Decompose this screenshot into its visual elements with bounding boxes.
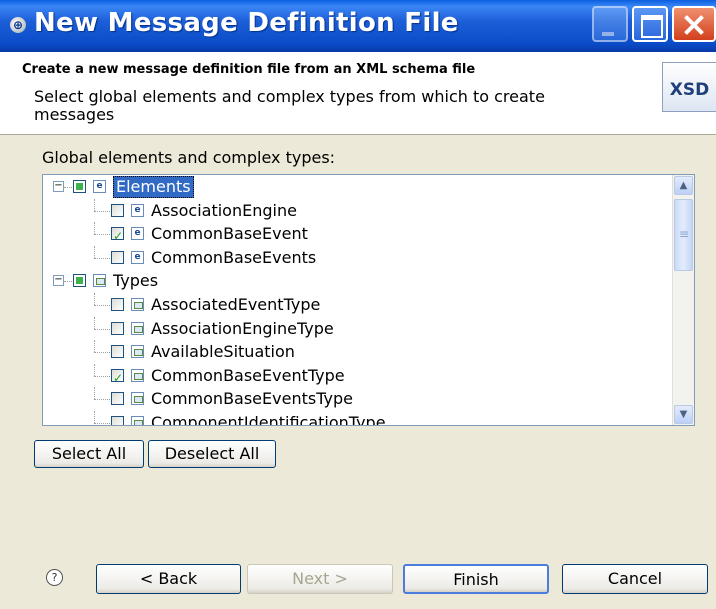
tree-connector xyxy=(94,234,110,236)
tree-connector xyxy=(94,305,110,306)
checkbox[interactable] xyxy=(111,298,124,311)
tree-item-associated-event-type[interactable]: AssociatedEventType xyxy=(43,293,672,317)
type-icon xyxy=(131,392,144,406)
tree-item-types[interactable]: − Types xyxy=(43,269,672,293)
type-icon xyxy=(131,298,144,311)
next-button: Next > xyxy=(247,564,393,594)
tree-item-label: Types xyxy=(113,271,159,291)
collapse-icon[interactable]: − xyxy=(53,275,64,287)
element-icon: e xyxy=(131,227,144,241)
scroll-down-button[interactable]: ▼ xyxy=(674,405,693,424)
checkbox[interactable] xyxy=(111,250,124,264)
checkbox[interactable] xyxy=(111,392,124,406)
tree-item-label: Elements xyxy=(113,176,194,198)
type-icon xyxy=(131,416,144,425)
back-button[interactable]: < Back xyxy=(96,564,241,594)
tree-connector xyxy=(94,352,110,354)
tree-connector xyxy=(94,399,110,401)
tree-connector xyxy=(94,210,110,212)
tree-connector xyxy=(64,281,72,283)
xsd-logo-icon: XSD xyxy=(662,62,716,112)
select-all-button[interactable]: Select All xyxy=(34,440,144,468)
tree-connector xyxy=(94,423,110,424)
tree-item-label: CommonBaseEvent xyxy=(151,224,308,244)
checkbox[interactable] xyxy=(111,366,124,390)
tree-item-association-engine-type[interactable]: AssociationEngineType xyxy=(43,316,672,341)
title-bar[interactable]: ⊕ New Message Definition File xyxy=(0,0,716,52)
globe-icon: ⊕ xyxy=(10,17,26,33)
checkbox[interactable] xyxy=(111,224,124,248)
help-icon[interactable]: ? xyxy=(46,569,63,586)
element-icon: e xyxy=(131,250,144,264)
tree-item-label: ComponentIdentificationType xyxy=(151,413,386,426)
banner-description: Select global elements and complex types… xyxy=(34,87,545,124)
tree-item-common-base-events[interactable]: e CommonBaseEvents xyxy=(43,245,672,270)
tree-connector xyxy=(94,198,95,211)
tree-item-label: CommonBaseEvents xyxy=(151,247,317,267)
checkbox[interactable] xyxy=(111,416,124,425)
tree-connector xyxy=(94,375,110,377)
tree-item-common-base-event-type[interactable]: CommonBaseEventType xyxy=(43,363,672,390)
type-icon xyxy=(131,345,144,359)
tree-connector xyxy=(94,222,95,235)
element-icon: e xyxy=(93,180,106,193)
tree-connector xyxy=(94,257,110,259)
finish-button[interactable]: Finish xyxy=(403,564,549,594)
tree-item-label: AvailableSituation xyxy=(151,342,295,362)
tree-connector xyxy=(94,340,95,353)
wizard-banner: Create a new message definition file fro… xyxy=(0,52,716,135)
wizard-dialog: ⊕ New Message Definition File Create a n… xyxy=(0,0,716,609)
checkbox[interactable] xyxy=(73,180,86,193)
checkbox[interactable] xyxy=(73,274,86,288)
tree-item-common-base-events-type[interactable]: CommonBaseEventsType xyxy=(43,387,672,411)
element-type-tree[interactable]: ComponentIdentificationType CommonBaseEve… xyxy=(42,174,695,426)
banner-heading: Create a new message definition file fro… xyxy=(22,62,476,77)
close-button[interactable] xyxy=(672,6,716,42)
tree-connector xyxy=(64,187,72,188)
tree-connector xyxy=(94,363,95,376)
checkbox[interactable] xyxy=(111,203,124,217)
tree-label: Global elements and complex types: xyxy=(42,148,336,167)
tree-item-common-base-event[interactable]: e CommonBaseEvent xyxy=(43,222,672,248)
tree-item-association-engine[interactable]: e AssociationEngine xyxy=(43,198,672,223)
tree-item-component-identification-type[interactable]: ComponentIdentificationType xyxy=(43,411,672,426)
tree-connector xyxy=(94,316,95,329)
tree-item-label: CommonBaseEventType xyxy=(151,365,345,385)
tree-connector xyxy=(94,387,95,400)
checkbox[interactable] xyxy=(111,321,124,335)
tree-connector xyxy=(94,411,95,423)
collapse-icon[interactable]: − xyxy=(53,181,64,192)
tree-connector xyxy=(94,245,95,258)
minimize-button[interactable] xyxy=(592,6,628,42)
maximize-button[interactable] xyxy=(632,6,668,42)
checkbox[interactable] xyxy=(111,345,124,359)
tree-item-elements[interactable]: − e Elements xyxy=(43,175,672,199)
window-title: New Message Definition File xyxy=(34,8,459,38)
tree-item-label: AssociationEngineType xyxy=(151,318,334,338)
deselect-all-button[interactable]: Deselect All xyxy=(148,440,276,468)
tree-item-label: AssociationEngine xyxy=(151,200,297,220)
scroll-thumb[interactable] xyxy=(674,199,693,271)
scroll-up-button[interactable]: ▲ xyxy=(674,176,693,195)
tree-item-available-situation[interactable]: AvailableSituation xyxy=(43,340,672,364)
element-icon: e xyxy=(131,203,144,217)
cancel-button[interactable]: Cancel xyxy=(562,564,708,594)
type-icon xyxy=(93,274,106,288)
type-icon xyxy=(131,368,144,382)
tree-item-label: AssociatedEventType xyxy=(151,295,321,314)
tree-connector xyxy=(94,293,95,305)
type-icon xyxy=(131,321,144,335)
tree-item-label: CommonBaseEventsType xyxy=(151,389,353,409)
vertical-scrollbar[interactable]: ▲ ▼ xyxy=(672,175,694,425)
tree-connector xyxy=(94,328,110,330)
